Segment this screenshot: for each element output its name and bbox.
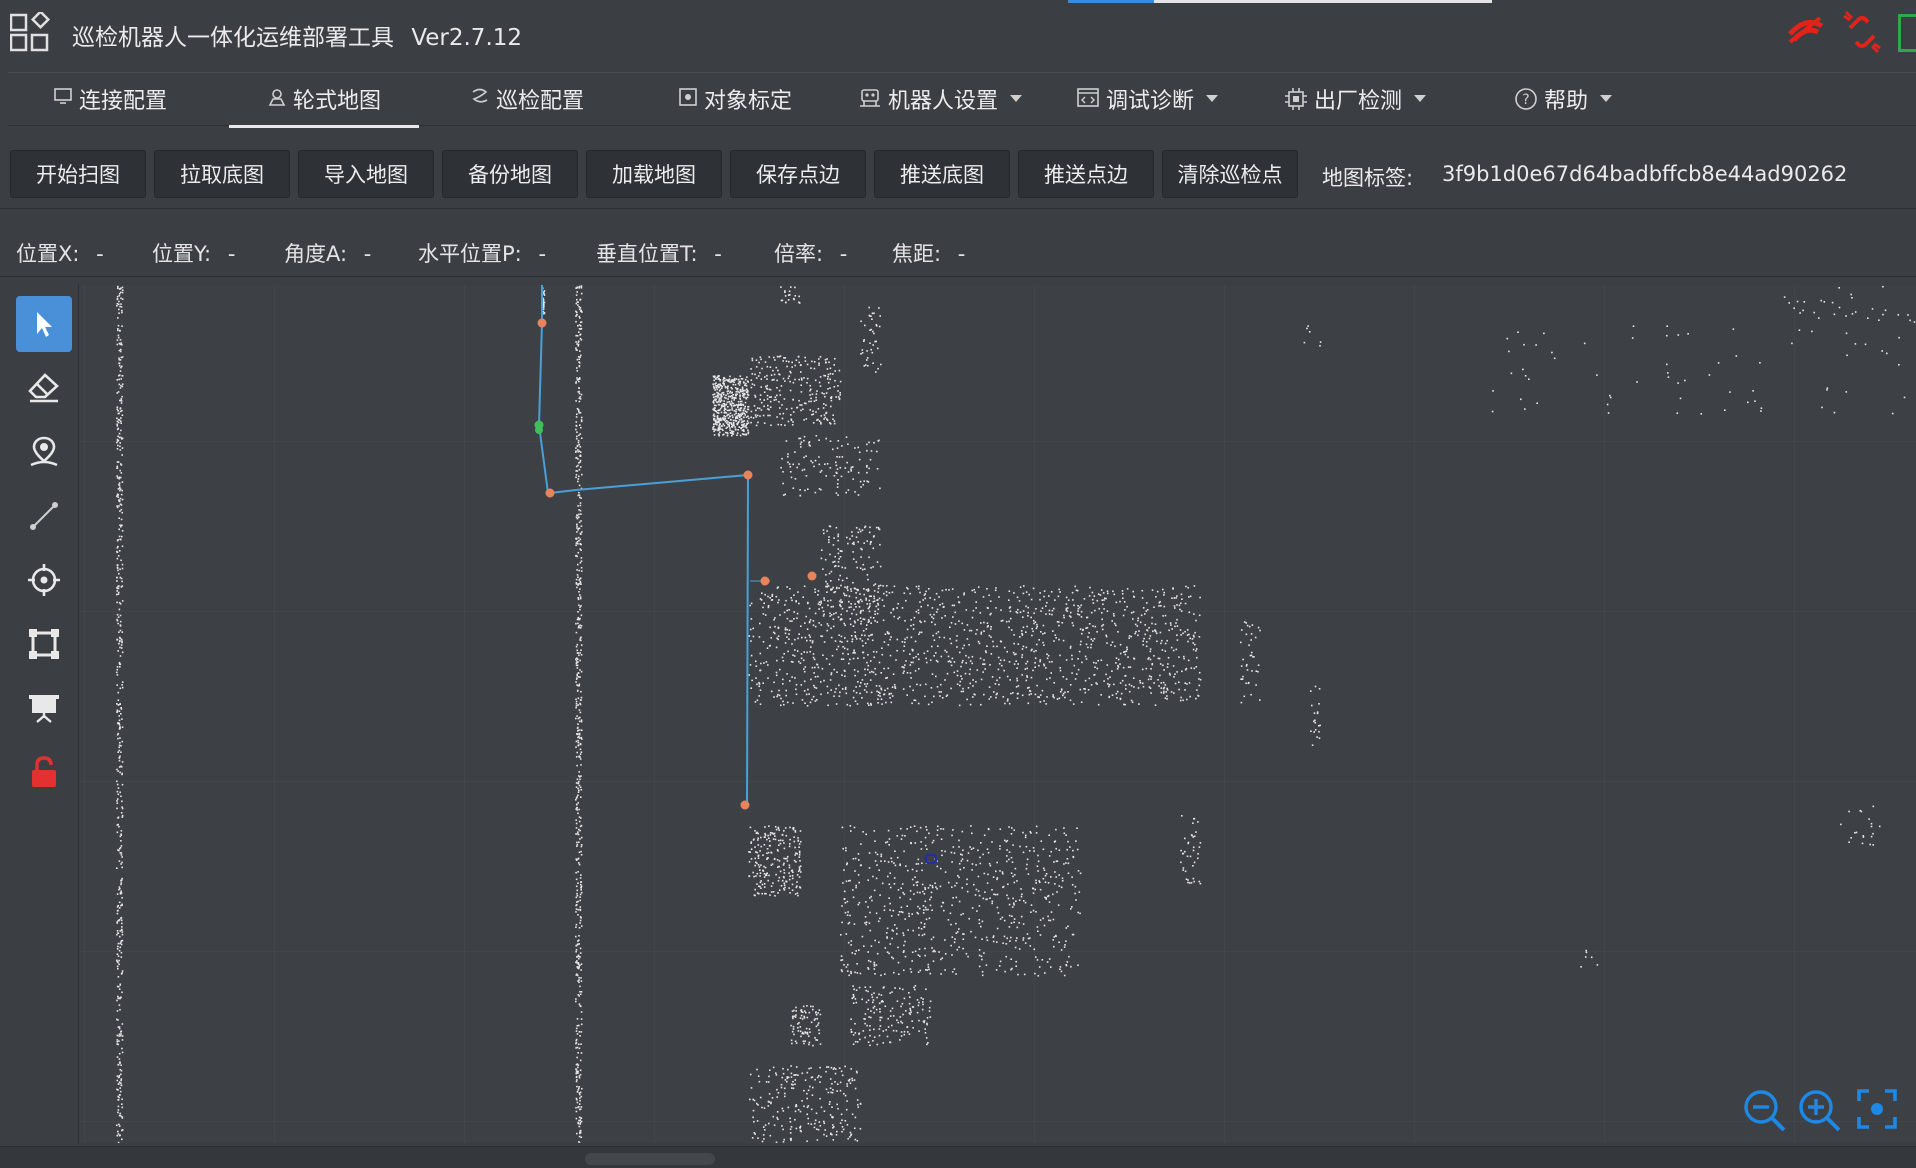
tab-factory-test[interactable]: 出厂检测 <box>1284 83 1426 125</box>
tab-wheeled-map[interactable]: 轮式地图 <box>229 83 419 128</box>
backup-map-button[interactable]: 备份地图 <box>442 150 578 198</box>
fit-view-icon <box>1856 1088 1898 1130</box>
eraser-icon <box>27 372 61 404</box>
start-scan-button[interactable]: 开始扫图 <box>10 150 146 198</box>
lock-icon <box>29 755 59 789</box>
clear-patrol-points-button[interactable]: 清除巡检点 <box>1162 150 1298 198</box>
fit-view-button[interactable] <box>1856 1088 1898 1134</box>
horizontal-position-p: 水平位置P: - <box>418 238 546 268</box>
save-points-edges-button[interactable]: 保存点边 <box>730 150 866 198</box>
focal-length: 焦距: - <box>892 238 965 268</box>
place-point-tool-button[interactable] <box>16 424 72 480</box>
tab-patrol-config[interactable]: 巡检配置 <box>470 83 584 125</box>
push-basemap-button[interactable]: 推送底图 <box>874 150 1010 198</box>
robot-icon <box>858 87 882 109</box>
map-icon <box>267 87 287 107</box>
map-view[interactable] <box>80 285 1916 1143</box>
chevron-down-icon <box>1600 95 1612 102</box>
locate-tool-button[interactable] <box>16 552 72 608</box>
presentation-board-icon <box>27 692 61 724</box>
tab-help[interactable]: ? 帮助 <box>1514 83 1612 125</box>
tab-label: 对象标定 <box>704 83 792 115</box>
tool-sidebar <box>0 284 79 1144</box>
app-grid-logo-icon <box>10 12 52 54</box>
map-canvas[interactable] <box>80 285 1916 1143</box>
crosshair-icon <box>27 563 61 597</box>
title-bar: 巡检机器人一体化运维部署工具 Ver2.7.12 <box>0 0 1916 68</box>
horizontal-scrollbar[interactable] <box>0 1146 1916 1168</box>
chevron-down-icon <box>1206 95 1218 102</box>
select-tool-button[interactable] <box>16 296 72 352</box>
tab-label: 机器人设置 <box>888 83 998 115</box>
tab-label: 轮式地图 <box>293 83 381 115</box>
lock-tool-button[interactable] <box>16 744 72 800</box>
chip-icon <box>1284 87 1308 111</box>
pull-basemap-button[interactable]: 拉取底图 <box>154 150 290 198</box>
load-map-button[interactable]: 加载地图 <box>586 150 722 198</box>
title-accent-bar-light <box>1154 0 1492 3</box>
tab-connection-config[interactable]: 连接配置 <box>53 83 167 125</box>
zoom-ratio: 倍率: - <box>774 238 847 268</box>
app-name: 巡检机器人一体化运维部署工具 <box>72 25 394 51</box>
display-board-tool-button[interactable] <box>16 680 72 736</box>
eraser-tool-button[interactable] <box>16 360 72 416</box>
scrollbar-thumb[interactable] <box>585 1153 715 1165</box>
import-map-button[interactable]: 导入地图 <box>298 150 434 198</box>
waypoint[interactable] <box>741 801 750 810</box>
angle-a: 角度A: - <box>284 238 371 268</box>
tab-label: 巡检配置 <box>496 83 584 115</box>
robot-status-row: 位置X: - 位置Y: - 角度A: - 水平位置P: - 垂直位置T: - 倍… <box>0 224 1916 277</box>
map-tag-value: 3f9b1d0e67d64badbffcb8e44ad90262 <box>1442 162 1847 186</box>
tab-label: 连接配置 <box>79 83 167 115</box>
wifi-disconnected-icon[interactable] <box>1786 12 1826 52</box>
chevron-down-icon <box>1010 95 1022 102</box>
vertical-position-t: 垂直位置T: - <box>596 238 722 268</box>
zoom-out-button[interactable] <box>1742 1088 1788 1138</box>
waypoint[interactable] <box>744 471 753 480</box>
waypoint[interactable] <box>546 489 555 498</box>
zoom-out-icon <box>1742 1088 1788 1134</box>
location-pin-icon <box>28 435 60 469</box>
map-tag-label: 地图标签: <box>1322 162 1413 192</box>
link-broken-icon[interactable] <box>1840 10 1884 58</box>
push-points-edges-button[interactable]: 推送点边 <box>1018 150 1154 198</box>
chevron-down-icon <box>1414 95 1426 102</box>
zoom-in-button[interactable] <box>1797 1088 1843 1138</box>
zoom-in-icon <box>1797 1088 1843 1134</box>
waypoint[interactable] <box>808 572 817 581</box>
waypoint-green[interactable] <box>535 426 543 434</box>
position-x: 位置X: - <box>16 238 104 268</box>
app-version: Ver2.7.12 <box>411 25 522 51</box>
waypoint[interactable] <box>761 577 770 586</box>
app-title: 巡检机器人一体化运维部署工具 Ver2.7.12 <box>72 18 522 52</box>
select-pointer-icon <box>31 310 57 338</box>
map-grid <box>80 285 1916 1143</box>
line-edge-icon <box>28 500 60 532</box>
monitor-icon <box>53 87 73 105</box>
svg-text:?: ? <box>1522 92 1529 108</box>
code-window-icon <box>1076 87 1100 109</box>
tab-label: 调试诊断 <box>1106 83 1194 115</box>
area-select-tool-button[interactable] <box>16 616 72 672</box>
tab-label: 出厂检测 <box>1314 83 1402 115</box>
position-y: 位置Y: - <box>152 238 235 268</box>
robot-status-icon[interactable] <box>1898 14 1916 52</box>
help-icon: ? <box>1514 87 1538 111</box>
route-icon <box>470 87 490 105</box>
main-nav: 连接配置 轮式地图 巡检配置 对象标定 机器人设置 调试诊断 出厂检测 ? 帮助 <box>8 72 1916 126</box>
tab-robot-settings[interactable]: 机器人设置 <box>858 83 1022 125</box>
tab-debug-diagnosis[interactable]: 调试诊断 <box>1076 83 1218 125</box>
tab-object-calibration[interactable]: 对象标定 <box>678 83 792 125</box>
rectangle-select-icon <box>27 627 61 661</box>
draw-edge-tool-button[interactable] <box>16 488 72 544</box>
target-frame-icon <box>678 87 698 107</box>
tab-label: 帮助 <box>1544 83 1588 115</box>
waypoint[interactable] <box>538 319 547 328</box>
title-accent-bar <box>1068 0 1154 3</box>
